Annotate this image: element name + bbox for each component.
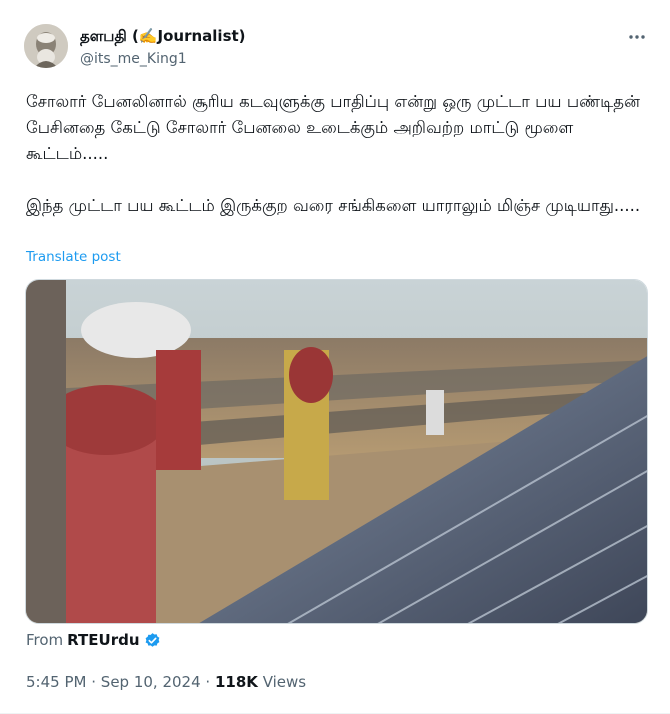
separator: · — [205, 673, 211, 691]
video-thumbnail — [26, 280, 647, 623]
avatar[interactable] — [24, 24, 68, 68]
tweet-card: தளபதி (✍️Journalist) @its_me_King1 சோலார… — [0, 0, 670, 714]
display-name[interactable]: தளபதி (✍️Journalist) — [80, 27, 246, 47]
user-handle[interactable]: @its_me_King1 — [80, 51, 187, 67]
display-name-text: தளபதி ( — [80, 27, 139, 45]
from-attribution: From RTEUrdu — [26, 631, 161, 649]
tweet-paragraph: இந்த முட்டா பய கூட்டம் இருக்குற வரை சங்க… — [26, 196, 641, 215]
tweet-metadata: 5:45 PM · Sep 10, 2024 · 118K Views — [26, 673, 306, 691]
display-name-suffix: Journalist) — [157, 27, 246, 45]
post-time[interactable]: 5:45 PM — [26, 673, 86, 691]
views-label: Views — [262, 673, 307, 691]
video-media[interactable] — [25, 279, 648, 624]
from-label: From — [26, 631, 64, 649]
verified-badge-icon — [144, 632, 161, 649]
avatar-image — [24, 24, 68, 68]
views-count: 118K — [214, 673, 258, 691]
separator: · — [91, 673, 97, 691]
source-account-link[interactable]: RTEUrdu — [67, 631, 139, 649]
writing-hand-icon: ✍️ — [138, 27, 158, 45]
more-horizontal-icon[interactable] — [628, 28, 646, 50]
post-date[interactable]: Sep 10, 2024 — [101, 673, 201, 691]
tweet-text: சோலார் பேனலினால் சூரிய கடவுளுக்கு பாதிப்… — [26, 89, 651, 219]
tweet-paragraph: சோலார் பேனலினால் சூரிய கடவுளுக்கு பாதிப்… — [26, 92, 640, 163]
translate-post-link[interactable]: Translate post — [26, 249, 121, 265]
